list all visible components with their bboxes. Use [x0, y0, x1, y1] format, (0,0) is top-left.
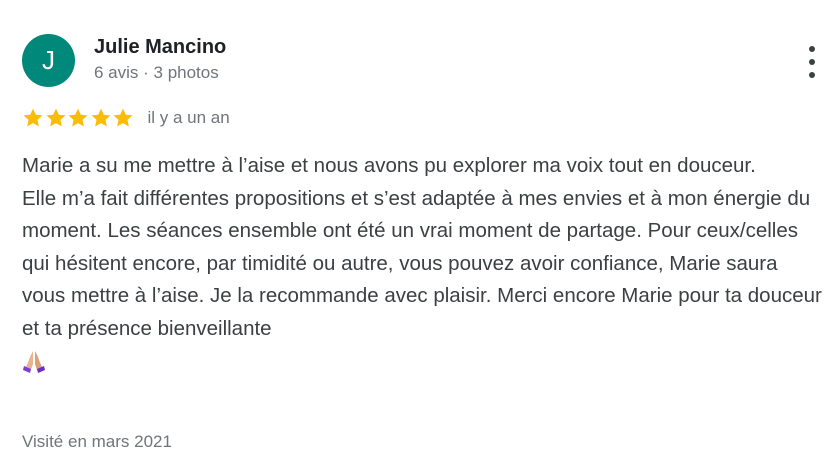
- star-icon: [23, 108, 43, 127]
- star-icon: [113, 108, 133, 127]
- avatar-initial: J: [42, 45, 55, 75]
- star-rating: [22, 107, 135, 129]
- review-text: Marie a su me mettre à l’aise et nous av…: [22, 150, 822, 377]
- reviewer-meta: 6 avis · 3 photos: [94, 63, 219, 82]
- review-paragraph-1: Marie a su me mettre à l’aise et nous av…: [22, 154, 756, 177]
- folded-hands-icon: [22, 345, 822, 377]
- star-icon: [91, 108, 110, 127]
- rating-row: il y a un an: [22, 106, 230, 130]
- avatar[interactable]: J: [22, 34, 75, 87]
- review-time: il y a un an: [147, 108, 230, 127]
- review-paragraph-2: Elle m’a fait différentes propositions e…: [22, 183, 822, 346]
- visited-date: Visité en mars 2021: [22, 432, 172, 451]
- review-card: J Julie Mancino 6 avis · 3 photos il y a…: [0, 0, 830, 467]
- review-paragraph-2-text: Elle m’a fait différentes propositions e…: [22, 186, 822, 340]
- star-icon: [46, 108, 65, 127]
- more-options-icon[interactable]: [802, 44, 822, 80]
- reviewer-name[interactable]: Julie Mancino: [94, 36, 226, 59]
- star-icon: [68, 108, 88, 127]
